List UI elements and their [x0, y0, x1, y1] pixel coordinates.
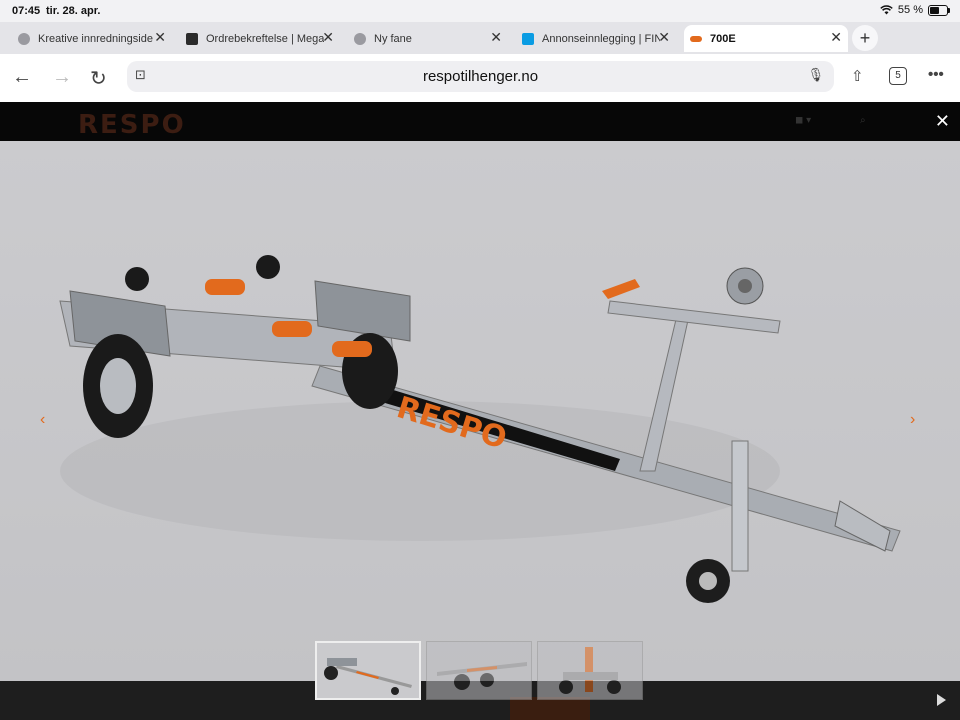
- status-date: tir. 28. apr.: [46, 5, 101, 17]
- next-image-arrow[interactable]: ›: [910, 411, 915, 429]
- microphone-icon[interactable]: 🎙: [807, 67, 824, 83]
- new-tab-button[interactable]: +: [852, 25, 878, 51]
- gallery-thumbnail-2[interactable]: [426, 641, 532, 700]
- finn-icon: [522, 32, 534, 45]
- status-time: 07:45: [12, 5, 41, 17]
- tab-1[interactable]: Kreative innredningside ✕: [12, 25, 172, 52]
- thumbnail-image-3: [559, 647, 621, 694]
- browser-toolbar: ← → ↻ ⊡ respotilhenger.no 🎙 ⇧ 5 •••: [0, 54, 960, 102]
- bottom-accent-block: [510, 697, 590, 720]
- tab-4-title: Annonseinnlegging | FIN: [542, 32, 660, 45]
- product-image-viewer[interactable]: RESPO ‹ ›: [0, 141, 960, 681]
- tab-5-active[interactable]: 700E ✕: [684, 25, 848, 52]
- tab-overview-button[interactable]: 5: [889, 67, 907, 85]
- gallery-thumbnail-3[interactable]: [537, 641, 643, 700]
- thumbnail-image-2: [437, 662, 527, 690]
- site-logo[interactable]: RESPO: [78, 110, 186, 140]
- globe-icon: [18, 32, 30, 45]
- battery-icon: [928, 4, 950, 16]
- search-icon[interactable]: ⌕: [860, 115, 866, 126]
- thumbnail-image-1: [324, 658, 412, 695]
- forward-icon[interactable]: →: [52, 66, 72, 89]
- close-icon[interactable]: ✕: [830, 29, 842, 46]
- gallery-thumbnail-1[interactable]: [315, 641, 421, 700]
- tab-1-title: Kreative innredningside: [38, 32, 153, 45]
- close-icon[interactable]: ✕: [154, 29, 166, 46]
- tab-5-title: 700E: [710, 32, 736, 45]
- respo-icon: [690, 35, 702, 42]
- previous-image-arrow[interactable]: ‹: [40, 411, 45, 429]
- trailer-image: RESPO: [0, 141, 960, 681]
- share-icon[interactable]: ⇧: [851, 67, 864, 85]
- lightbox-close-icon[interactable]: ✕: [935, 111, 950, 132]
- close-icon[interactable]: ✕: [490, 29, 502, 46]
- site-header: RESPO ◼ ▾ ⌕ ✕: [0, 102, 960, 141]
- language-icon[interactable]: ◼ ▾: [795, 115, 811, 126]
- more-icon[interactable]: •••: [928, 66, 944, 83]
- status-bar: 07:45 tir. 28. apr. 55 %: [0, 0, 960, 22]
- tab-2[interactable]: Ordrebekreftelse | Mega ✕: [180, 25, 340, 52]
- play-icon[interactable]: [937, 694, 946, 706]
- url-text[interactable]: respotilhenger.no: [127, 68, 834, 85]
- close-icon[interactable]: ✕: [322, 29, 334, 46]
- tab-strip: Kreative innredningside ✕ Ordrebekreftel…: [0, 22, 960, 54]
- address-bar[interactable]: ⊡ respotilhenger.no 🎙: [127, 61, 834, 92]
- status-right: 55 %: [880, 4, 950, 16]
- reload-icon[interactable]: ↻: [90, 66, 107, 91]
- battery-percent: 55 %: [897, 4, 923, 16]
- site-icon: [186, 32, 198, 45]
- globe-icon: [354, 32, 366, 45]
- wifi-icon: [880, 5, 893, 15]
- tab-4[interactable]: Annonseinnlegging | FIN ✕: [516, 25, 676, 52]
- back-icon[interactable]: ←: [12, 66, 32, 89]
- tab-3[interactable]: Ny fane ✕: [348, 25, 508, 52]
- tab-2-title: Ordrebekreftelse | Mega: [206, 32, 324, 45]
- close-icon[interactable]: ✕: [658, 29, 670, 46]
- tab-3-title: Ny fane: [374, 32, 412, 45]
